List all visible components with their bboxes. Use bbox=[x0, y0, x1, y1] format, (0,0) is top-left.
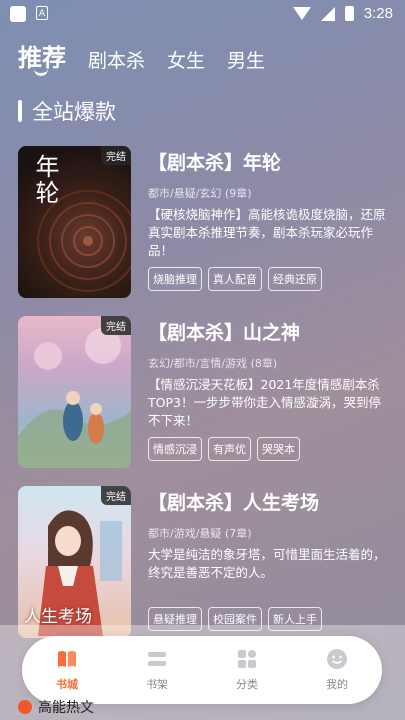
notification-square-icon bbox=[10, 6, 26, 22]
nav-label: 我的 bbox=[326, 678, 348, 691]
book-tags: 情感沉浸 有声优 哭哭本 bbox=[148, 437, 300, 461]
completed-badge: 完结 bbox=[101, 146, 131, 165]
book-tags: 烧脑推理 真人配音 经典还原 bbox=[148, 267, 322, 291]
bookshelf-icon bbox=[148, 652, 166, 666]
book-meta: 都市/游戏/悬疑 (7章) bbox=[148, 527, 252, 540]
notification-a-icon: A bbox=[36, 6, 48, 20]
tag[interactable]: 有声优 bbox=[208, 437, 251, 461]
app-logo: 高能热文 bbox=[18, 697, 94, 717]
active-tab-indicator bbox=[34, 69, 48, 76]
tab-male[interactable]: 男生 bbox=[227, 46, 265, 73]
status-bar: A 3:28 bbox=[0, 0, 405, 28]
tag[interactable]: 真人配音 bbox=[208, 267, 262, 291]
status-time: 3:28 bbox=[363, 5, 393, 22]
mountain-spirit-art bbox=[18, 328, 131, 468]
book-meta: 玄幻/都市/言情/游戏 (8章) bbox=[148, 357, 278, 370]
logo-icon bbox=[18, 700, 32, 714]
smiley-profile-icon bbox=[327, 649, 347, 669]
wifi-icon bbox=[292, 7, 311, 20]
tab-label: 推荐 bbox=[18, 45, 66, 72]
category-grid-icon bbox=[238, 650, 256, 668]
completed-badge: 完结 bbox=[101, 486, 131, 505]
section-header: 全站爆款 bbox=[18, 96, 116, 126]
book-card[interactable]: 人生考场 完结 【剧本杀】人生考场 都市/游戏/悬疑 (7章) 大学是纯洁的象牙… bbox=[18, 486, 388, 641]
nav-label: 书架 bbox=[146, 678, 168, 691]
book-cover[interactable]: 完结 bbox=[18, 316, 131, 468]
section-bar bbox=[18, 100, 22, 122]
book-description: 大学是纯洁的象牙塔，可惜里面生活着的，终究是善恶不定的人。 bbox=[148, 547, 386, 580]
tab-female[interactable]: 女生 bbox=[167, 46, 205, 73]
cover-title: 年轮 bbox=[31, 154, 59, 206]
book-title[interactable]: 【剧本杀】人生考场 bbox=[148, 488, 388, 515]
book-description: 【硬核烧脑神作】高能核诡极度烧脑，还原真实剧本杀推理节奏，剧本杀玩家必玩作品！ bbox=[148, 207, 386, 258]
bottom-nav: 书城 书架 分类 我的 bbox=[22, 636, 382, 704]
nav-profile[interactable]: 我的 bbox=[292, 636, 382, 704]
book-title[interactable]: 【剧本杀】年轮 bbox=[148, 148, 388, 175]
book-description: 【情感沉浸天花板】2021年度情感剧本杀TOP3！一步步带你走入情感漩涡，哭到停… bbox=[148, 377, 381, 428]
tag[interactable]: 烧脑推理 bbox=[148, 267, 202, 291]
tag[interactable]: 经典还原 bbox=[268, 267, 322, 291]
book-title[interactable]: 【剧本杀】山之神 bbox=[148, 318, 388, 345]
nav-label: 书城 bbox=[56, 678, 78, 691]
book-info: 【剧本杀】年轮 都市/悬疑/玄幻 (9章) 【硬核烧脑神作】高能核诡极度烧脑，还… bbox=[148, 146, 388, 260]
tab-script-kill[interactable]: 剧本杀 bbox=[88, 46, 145, 73]
nav-label: 分类 bbox=[236, 678, 258, 691]
book-cover[interactable]: 年轮 完结 bbox=[18, 146, 131, 298]
completed-badge: 完结 bbox=[101, 316, 131, 335]
section-title: 全站爆款 bbox=[32, 101, 116, 124]
book-card[interactable]: 年轮 完结 【剧本杀】年轮 都市/悬疑/玄幻 (9章) 【硬核烧脑神作】高能核诡… bbox=[18, 146, 388, 301]
cover-title: 人生考场 bbox=[24, 607, 92, 627]
top-tabs: 推荐 剧本杀 女生 男生 bbox=[18, 38, 265, 76]
book-open-icon bbox=[58, 651, 76, 667]
nav-bookstore[interactable]: 书城 bbox=[22, 636, 112, 704]
nav-bookshelf[interactable]: 书架 bbox=[112, 636, 202, 704]
nav-category[interactable]: 分类 bbox=[202, 636, 292, 704]
book-info: 【剧本杀】山之神 玄幻/都市/言情/游戏 (8章) 【情感沉浸天花板】2021年… bbox=[148, 316, 388, 430]
book-card[interactable]: 完结 【剧本杀】山之神 玄幻/都市/言情/游戏 (8章) 【情感沉浸天花板】20… bbox=[18, 316, 388, 471]
battery-icon bbox=[344, 6, 354, 21]
tab-recommend[interactable]: 推荐 bbox=[18, 38, 66, 76]
book-cover[interactable]: 人生考场 完结 bbox=[18, 486, 131, 638]
logo-text: 高能热文 bbox=[38, 700, 94, 716]
book-info: 【剧本杀】人生考场 都市/游戏/悬疑 (7章) 大学是纯洁的象牙塔，可惜里面生活… bbox=[148, 486, 388, 582]
signal-icon bbox=[320, 6, 335, 21]
tag[interactable]: 哭哭本 bbox=[257, 437, 300, 461]
tag[interactable]: 情感沉浸 bbox=[148, 437, 202, 461]
book-meta: 都市/悬疑/玄幻 (9章) bbox=[148, 187, 252, 200]
